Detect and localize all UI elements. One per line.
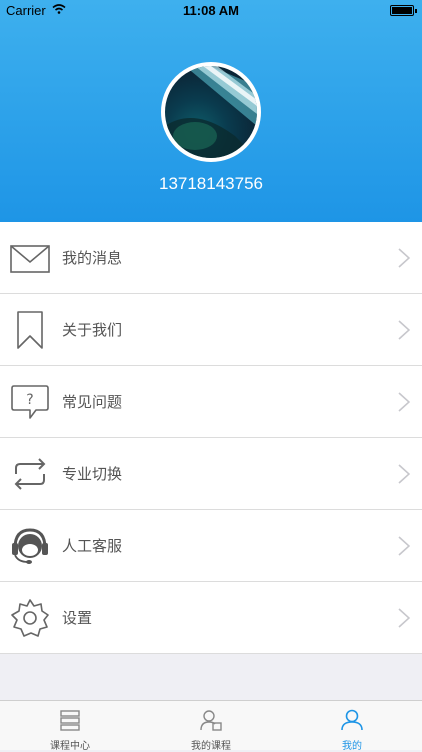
status-time: 11:08 AM [183, 3, 239, 18]
chevron-right-icon [398, 248, 410, 268]
menu-item-about-us[interactable]: 关于我们 [0, 294, 422, 366]
gear-icon [11, 599, 49, 637]
menu-item-faq[interactable]: ? 常见问题 [0, 366, 422, 438]
avatar-image [165, 66, 257, 158]
status-bar: Carrier 11:08 AM [0, 0, 422, 22]
my-courses-icon [200, 710, 222, 731]
tab-mine[interactable]: 我的 [282, 701, 422, 752]
avatar[interactable] [161, 62, 261, 162]
menu-item-label: 专业切换 [62, 465, 123, 483]
menu-item-label: 设置 [62, 609, 93, 627]
menu-item-label: 关于我们 [62, 321, 123, 339]
bookmark-icon [17, 311, 43, 349]
chevron-right-icon [398, 536, 410, 556]
mail-icon [10, 245, 50, 273]
menu-item-label: 我的消息 [62, 249, 123, 267]
chevron-right-icon [398, 608, 410, 628]
tab-my-courses[interactable]: 我的课程 [141, 701, 281, 752]
menu-item-switch-major[interactable]: 专业切换 [0, 438, 422, 510]
headset-icon [12, 528, 48, 564]
courses-icon [60, 710, 80, 731]
chevron-right-icon [398, 320, 410, 340]
menu-item-messages[interactable]: 我的消息 [0, 222, 422, 294]
tab-course-center[interactable]: 课程中心 [0, 701, 140, 752]
profile-icon [341, 709, 363, 731]
phone-number: 13718143756 [158, 174, 263, 193]
chevron-right-icon [398, 392, 410, 412]
menu-list: 我的消息 关于我们 ? 常见问题 专业切换 人工客服 设置 [0, 222, 422, 654]
menu-item-label: 常见问题 [62, 393, 123, 411]
menu-item-label: 人工客服 [62, 537, 123, 555]
question-bubble-icon: ? [11, 385, 49, 419]
battery-icon [390, 5, 417, 16]
profile-header: Carrier 11:08 AM 13718143756 [0, 0, 422, 222]
menu-item-settings[interactable]: 设置 [0, 582, 422, 654]
svg-text:?: ? [26, 392, 33, 408]
switch-arrows-icon [14, 458, 46, 490]
menu-item-customer-service[interactable]: 人工客服 [0, 510, 422, 582]
chevron-right-icon [398, 464, 410, 484]
tab-bar: 课程中心 我的课程 我的 [0, 700, 422, 752]
